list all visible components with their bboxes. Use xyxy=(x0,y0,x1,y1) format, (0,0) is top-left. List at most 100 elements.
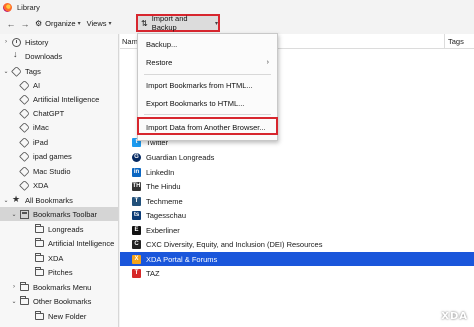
back-button[interactable]: ← xyxy=(4,16,18,31)
bookmark-title: Techmeme xyxy=(146,196,183,206)
bookmark-title: Exberliner xyxy=(146,225,180,235)
chevron-right-icon: › xyxy=(266,59,269,66)
taz-favicon-icon: T xyxy=(132,268,141,278)
chevron-down-icon: ▾ xyxy=(77,21,81,27)
bookmark-row-techmeme[interactable]: T Techmeme xyxy=(120,194,474,208)
menu-separator xyxy=(144,114,271,115)
bookmark-title: CXC Diversity, Equity, and Inclusion (DE… xyxy=(146,239,323,249)
organize-button[interactable]: ⚙ Organize ▾ xyxy=(32,16,84,31)
organize-label: Organize xyxy=(45,19,76,28)
bookmark-row-xda-portal-forums[interactable]: X XDA Portal & Forums xyxy=(120,252,474,266)
sidebar-item-label: XDA xyxy=(33,180,49,190)
tag-icon xyxy=(11,65,22,77)
sidebar-item-history[interactable]: › History xyxy=(2,35,48,49)
sidebar-item-label: History xyxy=(25,37,49,47)
sidebar-item-label: ChatGPT xyxy=(33,108,65,118)
bookmark-row-cxc-dei-resources[interactable]: C CXC Diversity, Equity, and Inclusion (… xyxy=(120,237,474,251)
bookmark-title: XDA Portal & Forums xyxy=(146,254,218,264)
sidebar-item-folder-artificial-intelligence[interactable]: Artificial Intelligence xyxy=(33,236,114,250)
back-arrow-icon: ← xyxy=(6,18,16,29)
tag-icon xyxy=(19,165,30,177)
menu-separator xyxy=(144,74,271,75)
sidebar-item-folder-xda[interactable]: XDA xyxy=(33,251,63,265)
import-browser-highlight-box xyxy=(137,117,278,135)
chevron-down-icon[interactable]: ⌄ xyxy=(10,298,18,305)
sidebar-item-tag-chatgpt[interactable]: ChatGPT xyxy=(18,106,64,120)
sidebar-item-label: Artificial Intelligence xyxy=(33,94,100,104)
chevron-right-icon[interactable]: › xyxy=(10,284,18,290)
menu-item-export-bookmarks-html[interactable]: Export Bookmarks to HTML... xyxy=(138,97,277,110)
import-and-backup-button[interactable]: ⇅ Import and Backup ▾ xyxy=(136,14,220,32)
sidebar-item-bookmarks-toolbar[interactable]: ⌄ Bookmarks Toolbar xyxy=(0,207,118,221)
bookmark-row-tagesschau[interactable]: ts Tagesschau xyxy=(120,208,474,222)
sidebar-item-tag-xda[interactable]: XDA xyxy=(18,178,48,192)
bookmark-row-linkedin[interactable]: in LinkedIn xyxy=(120,165,474,179)
menu-item-import-bookmarks-html[interactable]: Import Bookmarks from HTML... xyxy=(138,79,277,92)
column-name-header[interactable]: Nam xyxy=(122,37,138,46)
sidebar-item-label: iMac xyxy=(33,122,49,132)
bookmark-title: TAZ xyxy=(146,268,160,278)
sidebar-item-tag-imac[interactable]: iMac xyxy=(18,120,49,134)
sidebar-item-all-bookmarks[interactable]: ⌄ All Bookmarks xyxy=(2,193,72,207)
folder-icon xyxy=(35,252,44,262)
bookmark-row-taz[interactable]: T TAZ xyxy=(120,266,474,280)
watermark-text: XDA xyxy=(441,311,468,322)
sidebar-item-label: Downloads xyxy=(25,51,63,61)
tag-icon xyxy=(19,93,30,105)
sidebar-item-label: Pitches xyxy=(48,267,73,277)
sidebar-item-downloads[interactable]: Downloads xyxy=(2,49,62,63)
library-sidebar: › History Downloads ⌄ Tags AI Artificial… xyxy=(0,34,119,327)
tagesschau-favicon-icon: ts xyxy=(132,210,141,220)
sidebar-item-tag-ai[interactable]: AI xyxy=(18,78,40,92)
bookmark-row-the-hindu[interactable]: TH The Hindu xyxy=(120,179,474,193)
sidebar-item-new-folder[interactable]: New Folder xyxy=(33,309,86,323)
chevron-down-icon[interactable]: ⌄ xyxy=(2,68,10,75)
xda-watermark: XDA xyxy=(430,311,468,322)
sidebar-item-tag-mac-studio[interactable]: Mac Studio xyxy=(18,164,71,178)
xda-favicon-icon: X xyxy=(132,254,141,264)
folder-icon xyxy=(35,266,44,276)
menu-item-restore[interactable]: Restore › xyxy=(138,56,277,69)
sidebar-item-label: New Folder xyxy=(48,311,87,321)
sidebar-item-label: Bookmarks Toolbar xyxy=(33,209,98,219)
sidebar-item-tag-artificial-intelligence[interactable]: Artificial Intelligence xyxy=(18,92,99,106)
gear-icon: ⚙ xyxy=(35,19,43,28)
bookmark-title: LinkedIn xyxy=(146,167,175,177)
title-bar: Library xyxy=(0,0,474,14)
tag-icon xyxy=(19,79,30,91)
bookmarks-toolbar-icon xyxy=(20,209,29,219)
sidebar-item-folder-pitches[interactable]: Pitches xyxy=(33,265,73,279)
import-and-backup-label: Import and Backup xyxy=(151,14,188,32)
forward-button[interactable]: → xyxy=(18,16,32,31)
sidebar-item-bookmarks-menu[interactable]: › Bookmarks Menu xyxy=(10,280,91,294)
sidebar-item-label: iPad xyxy=(33,137,49,147)
chevron-down-icon[interactable]: ⌄ xyxy=(2,197,10,204)
star-icon xyxy=(12,194,21,205)
bookmark-title: The Hindu xyxy=(146,181,181,191)
chevron-down-icon[interactable]: ⌄ xyxy=(10,211,18,218)
sidebar-item-tag-ipad[interactable]: iPad xyxy=(18,135,48,149)
folder-icon xyxy=(20,295,29,305)
bookmark-row-guardian-longreads[interactable]: G Guardian Longreads xyxy=(120,150,474,164)
menu-item-label: Restore xyxy=(146,58,173,67)
views-label: Views xyxy=(86,19,107,28)
sidebar-item-label: ipad games xyxy=(33,151,72,161)
sidebar-item-other-bookmarks[interactable]: ⌄ Other Bookmarks xyxy=(10,294,91,308)
sidebar-item-tags[interactable]: ⌄ Tags xyxy=(2,64,41,78)
sidebar-item-label: Longreads xyxy=(48,224,84,234)
cxc-favicon-icon: C xyxy=(132,239,141,249)
tag-icon xyxy=(19,150,30,162)
column-divider[interactable] xyxy=(444,34,445,49)
menu-item-backup[interactable]: Backup... xyxy=(138,38,277,51)
chevron-right-icon[interactable]: › xyxy=(2,39,10,45)
sidebar-item-folder-longreads[interactable]: Longreads xyxy=(33,222,83,236)
guardian-favicon-icon: G xyxy=(132,152,141,162)
sidebar-item-label: AI xyxy=(33,80,41,90)
bookmark-title: Guardian Longreads xyxy=(146,152,215,162)
bookmark-row-exberliner[interactable]: E Exberliner xyxy=(120,223,474,237)
views-button[interactable]: Views ▾ xyxy=(84,16,115,31)
sidebar-item-tag-ipad-games[interactable]: ipad games xyxy=(18,149,72,163)
download-icon xyxy=(12,49,21,61)
window-title: Library xyxy=(17,2,40,12)
column-tags-header[interactable]: Tags xyxy=(448,37,464,46)
